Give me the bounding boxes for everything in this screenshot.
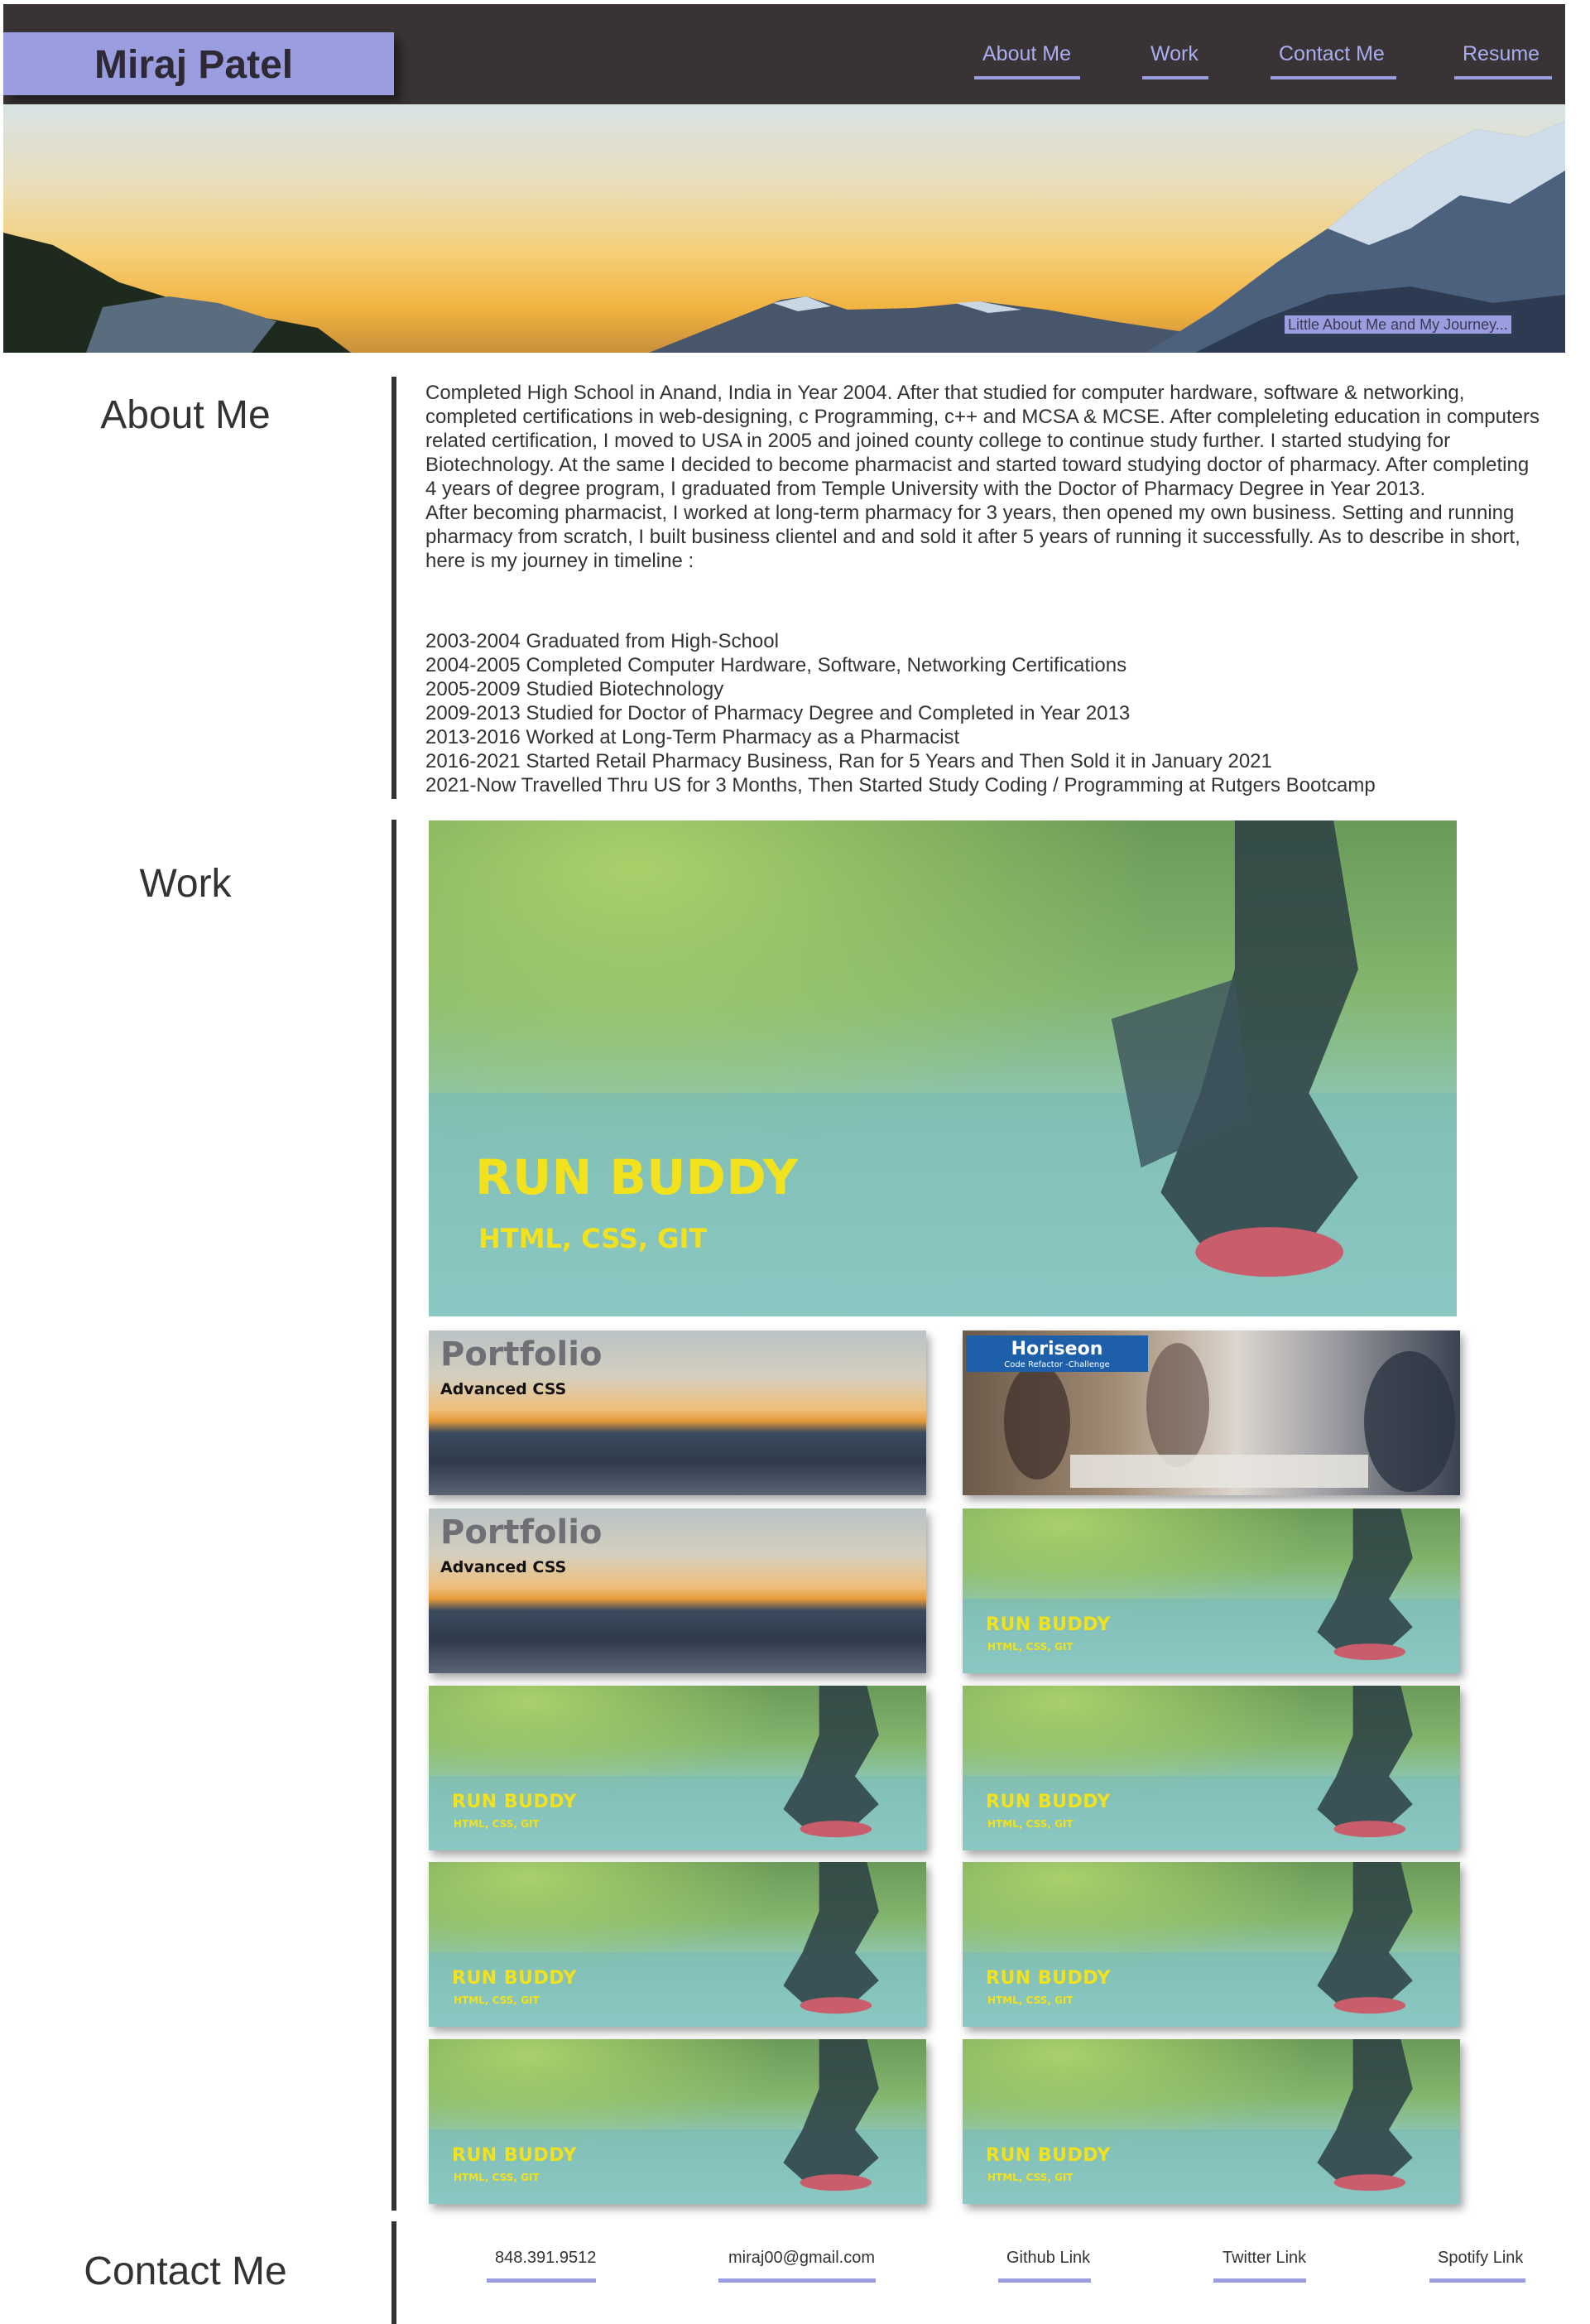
about-paragraph: Completed High School in Anand, India in… bbox=[425, 382, 1540, 500]
project-tech: HTML, CSS, GIT bbox=[987, 1994, 1074, 2006]
nav-about-me-underline bbox=[974, 76, 1080, 79]
timeline-item: 2016-2021 Started Retail Pharmacy Busine… bbox=[425, 750, 1272, 772]
project-tech: HTML, CSS, GIT bbox=[454, 1994, 540, 2006]
project-card-horiseon[interactable]: Horiseon Code Refactor -Challenge bbox=[963, 1330, 1460, 1495]
project-tech: HTML, CSS, GIT bbox=[987, 2172, 1074, 2183]
timeline-item: 2009-2013 Studied for Doctor of Pharmacy… bbox=[425, 702, 1131, 724]
project-title: RUN BUDDY bbox=[986, 1968, 1111, 1989]
work-heading: Work bbox=[139, 862, 232, 906]
project-title: Horiseon bbox=[1011, 1339, 1103, 1359]
runner-illustration bbox=[782, 2039, 879, 2192]
project-title: RUN BUDDY bbox=[986, 1792, 1111, 1812]
runner-illustration bbox=[782, 1862, 879, 2014]
contact-me-heading: Contact Me bbox=[84, 2249, 287, 2293]
project-card-run-buddy[interactable]: RUN BUDDY HTML, CSS, GIT bbox=[963, 1686, 1460, 1850]
nav-resume-underline bbox=[1454, 76, 1552, 79]
project-subtitle: Advanced CSS bbox=[440, 1558, 567, 1576]
project-subtitle: Code Refactor -Challenge bbox=[1004, 1360, 1110, 1369]
contact-phone-link[interactable]: 848.391.9512 bbox=[495, 2249, 596, 2268]
nav-work-underline bbox=[1142, 76, 1208, 79]
nav-work[interactable]: Work bbox=[1150, 42, 1199, 66]
runner-illustration bbox=[1316, 1508, 1413, 1661]
project-card-run-buddy[interactable]: RUN BUDDY HTML, CSS, GIT bbox=[429, 1862, 926, 2027]
contact-spotify-underline bbox=[1429, 2278, 1525, 2283]
project-card-portfolio[interactable]: Portfolio Advanced CSS bbox=[429, 1330, 926, 1495]
main-nav: About Me Work Contact Me Resume bbox=[3, 42, 1565, 84]
featured-project-title: RUN BUDDY bbox=[475, 1149, 799, 1205]
about-text: Completed High School in Anand, India in… bbox=[425, 381, 1543, 573]
hero-caption: Little About Me and My Journey... bbox=[1285, 315, 1511, 334]
horiseon-banner: Horiseon Code Refactor -Challenge bbox=[966, 1335, 1148, 1372]
nav-resume[interactable]: Resume bbox=[1463, 42, 1540, 66]
project-card-portfolio[interactable]: Portfolio Advanced CSS bbox=[429, 1508, 926, 1673]
about-paragraph: After becoming pharmacist, I worked at l… bbox=[425, 502, 1520, 572]
timeline-item: 2013-2016 Worked at Long-Term Pharmacy a… bbox=[425, 726, 960, 748]
project-subtitle: Advanced CSS bbox=[440, 1380, 567, 1398]
project-card-run-buddy[interactable]: RUN BUDDY HTML, CSS, GIT bbox=[963, 1862, 1460, 2027]
timeline-item: 2003-2004 Graduated from High-School bbox=[425, 630, 779, 652]
runner-illustration bbox=[1111, 820, 1358, 1277]
project-tech: HTML, CSS, GIT bbox=[454, 2172, 540, 2183]
runner-illustration bbox=[1316, 1686, 1413, 1838]
featured-project-run-buddy[interactable]: RUN BUDDY HTML, CSS, GIT bbox=[429, 820, 1457, 1316]
featured-project-tech: HTML, CSS, GIT bbox=[478, 1223, 708, 1254]
timeline-item: 2004-2005 Completed Computer Hardware, S… bbox=[425, 654, 1127, 676]
nav-about-me[interactable]: About Me bbox=[982, 42, 1071, 66]
contact-twitter-underline bbox=[1213, 2278, 1306, 2283]
project-card-run-buddy[interactable]: RUN BUDDY HTML, CSS, GIT bbox=[963, 2039, 1460, 2204]
about-divider bbox=[391, 377, 396, 799]
journey-timeline: 2003-2004 Graduated from High-School 200… bbox=[425, 629, 1543, 797]
hero-banner: Little About Me and My Journey... bbox=[3, 104, 1565, 353]
project-card-run-buddy[interactable]: RUN BUDDY HTML, CSS, GIT bbox=[429, 2039, 926, 2204]
timeline-item: 2021-Now Travelled Thru US for 3 Months,… bbox=[425, 774, 1376, 796]
project-title: RUN BUDDY bbox=[986, 2145, 1111, 2166]
contact-twitter-link[interactable]: Twitter Link bbox=[1223, 2249, 1306, 2268]
contact-github-link[interactable]: Github Link bbox=[1006, 2249, 1090, 2268]
project-title: RUN BUDDY bbox=[452, 1968, 577, 1989]
project-card-run-buddy[interactable]: RUN BUDDY HTML, CSS, GIT bbox=[963, 1508, 1460, 1673]
runner-illustration bbox=[1316, 2039, 1413, 2192]
timeline-item: 2005-2009 Studied Biotechnology bbox=[425, 678, 724, 700]
project-title: RUN BUDDY bbox=[986, 1614, 1111, 1635]
project-card-run-buddy[interactable]: RUN BUDDY HTML, CSS, GIT bbox=[429, 1686, 926, 1850]
contact-email-underline bbox=[718, 2278, 876, 2283]
site-header: Miraj Patel About Me Work Contact Me Res… bbox=[3, 4, 1565, 104]
project-title: Portfolio bbox=[440, 1335, 603, 1374]
contact-spotify-link[interactable]: Spotify Link bbox=[1438, 2249, 1523, 2268]
contact-divider bbox=[391, 2221, 396, 2324]
about-me-heading: About Me bbox=[100, 393, 271, 437]
project-tech: HTML, CSS, GIT bbox=[987, 1641, 1074, 1653]
project-title: RUN BUDDY bbox=[452, 1792, 577, 1812]
runner-illustration bbox=[782, 1686, 879, 1838]
project-title: Portfolio bbox=[440, 1513, 603, 1552]
contact-github-underline bbox=[998, 2278, 1091, 2283]
contact-email-link[interactable]: miraj00@gmail.com bbox=[728, 2249, 875, 2268]
project-title: RUN BUDDY bbox=[452, 2145, 577, 2166]
nav-contact-me-underline bbox=[1271, 76, 1396, 79]
nav-contact-me[interactable]: Contact Me bbox=[1279, 42, 1385, 66]
work-divider bbox=[391, 820, 396, 2211]
project-tech: HTML, CSS, GIT bbox=[987, 1818, 1074, 1830]
project-tech: HTML, CSS, GIT bbox=[454, 1818, 540, 1830]
runner-illustration bbox=[1316, 1862, 1413, 2014]
contact-phone-underline bbox=[487, 2278, 596, 2283]
